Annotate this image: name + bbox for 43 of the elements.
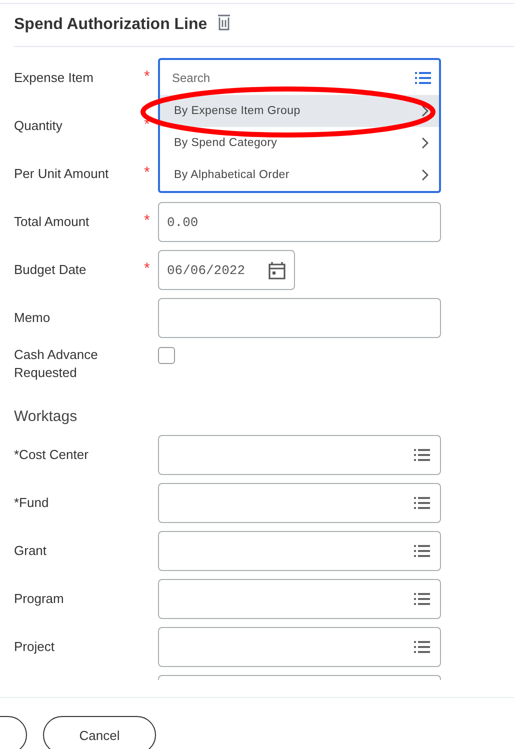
list-icon[interactable]: [415, 70, 431, 84]
section-heading: Worktags: [14, 407, 78, 427]
field-label: *Cost Center: [14, 446, 88, 464]
field-label: Program: [14, 590, 64, 608]
prompt-field[interactable]: [158, 579, 441, 619]
trash-icon[interactable]: [217, 14, 232, 30]
field-label: *Fund: [14, 494, 49, 512]
field-label: Memo: [14, 309, 50, 327]
calendar-icon[interactable]: [268, 260, 286, 280]
chevron-icon: [421, 169, 429, 181]
section-title: Spend Authorization Line: [14, 16, 208, 34]
prompt-field[interactable]: [158, 435, 441, 475]
prompt-field[interactable]: [158, 531, 441, 571]
list-icon[interactable]: [414, 592, 430, 606]
field-label: Project: [14, 638, 54, 656]
date-field[interactable]: 06/06/2022: [158, 250, 295, 290]
list-icon[interactable]: [414, 496, 430, 510]
text-field[interactable]: 0.00: [158, 202, 441, 242]
list-icon[interactable]: [414, 448, 430, 462]
prompt-field[interactable]: [158, 483, 441, 523]
field-label: Cash Advance Requested: [14, 346, 99, 382]
field-label: Budget Date: [14, 261, 86, 279]
list-icon[interactable]: [414, 544, 430, 558]
text-field[interactable]: [158, 298, 441, 338]
checkbox[interactable]: [158, 347, 175, 364]
menu-option[interactable]: By Alphabetical Order: [160, 159, 439, 191]
chevron-icon: [421, 137, 429, 149]
field-label: Per Unit Amount: [14, 165, 109, 183]
menu-option[interactable]: By Spend Category: [160, 127, 439, 159]
prompt-field[interactable]: [158, 627, 441, 667]
required-mark: *: [144, 164, 150, 182]
field-label: Quantity: [14, 117, 62, 135]
pill-button[interactable]: Cancel: [43, 716, 156, 749]
field-label: Grant: [14, 542, 47, 560]
chevron-icon: [421, 105, 429, 117]
menu-option[interactable]: By Expense Item Group: [160, 95, 439, 127]
field-label: Total Amount: [14, 213, 90, 231]
field-edge[interactable]: [158, 675, 441, 680]
list-icon[interactable]: [414, 640, 430, 654]
required-mark: *: [144, 260, 150, 278]
field-label: Expense Item: [14, 69, 94, 87]
required-mark: *: [144, 212, 150, 230]
required-mark: *: [144, 68, 150, 86]
